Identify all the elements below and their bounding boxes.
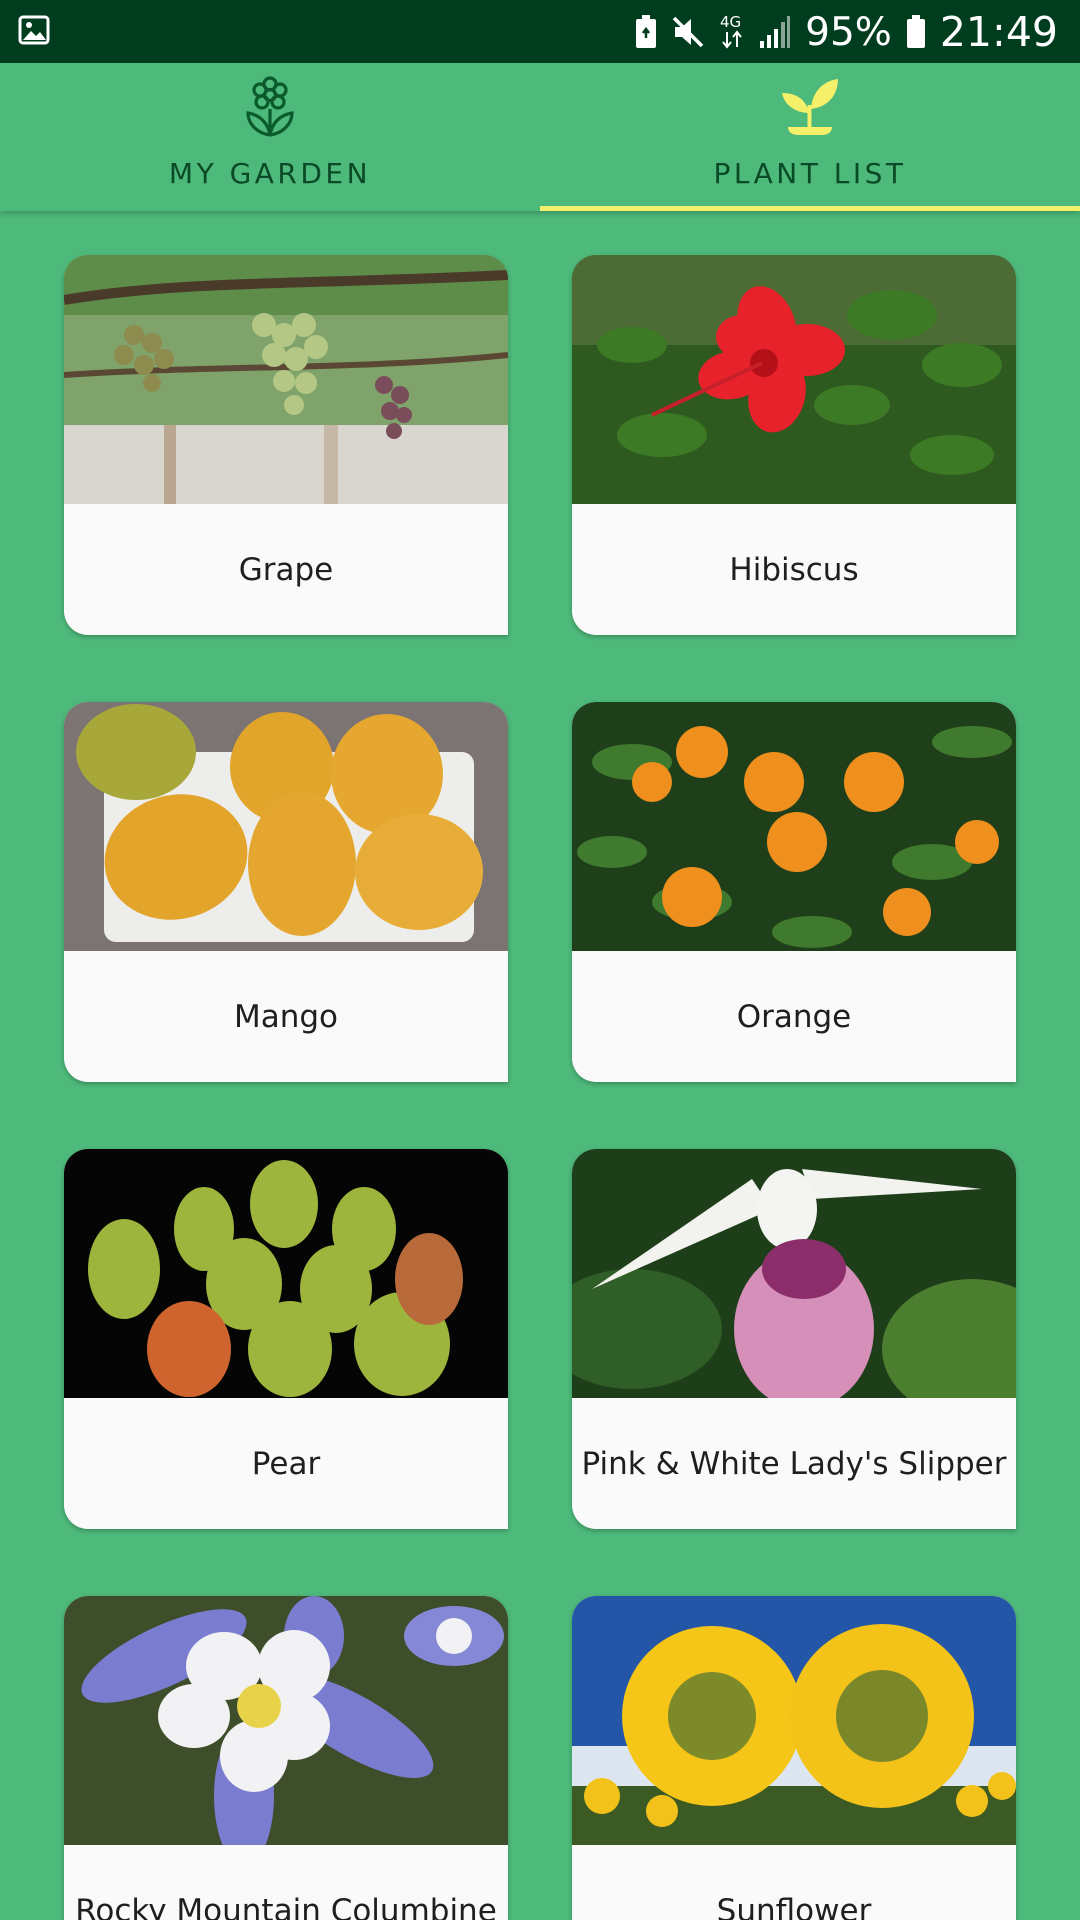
plant-card-pear[interactable]: Pear bbox=[64, 1149, 508, 1529]
plant-name: Grape bbox=[238, 551, 334, 588]
tab-my-garden[interactable]: MY GARDEN bbox=[0, 63, 540, 211]
sprout-icon bbox=[778, 75, 842, 139]
columbine-photo bbox=[64, 1596, 508, 1845]
pear-photo bbox=[64, 1149, 508, 1398]
gallery-icon bbox=[18, 14, 50, 46]
clock: 21:49 bbox=[939, 8, 1058, 56]
plant-name: Hibiscus bbox=[729, 551, 859, 588]
battery-percent: 95% bbox=[805, 9, 892, 55]
signal-icon bbox=[759, 15, 791, 49]
plant-card-hibiscus[interactable]: Hibiscus bbox=[572, 255, 1016, 635]
plant-name: Pear bbox=[251, 1445, 321, 1482]
status-icons: 4G 95% 21:49 bbox=[635, 6, 1058, 58]
svg-text:4G: 4G bbox=[720, 13, 741, 31]
hibiscus-photo bbox=[572, 255, 1016, 504]
tab-bar: MY GARDEN PLANT LIST bbox=[0, 63, 1080, 211]
battery-saver-icon bbox=[635, 15, 657, 49]
plant-name: Orange bbox=[736, 998, 852, 1035]
tab-plant-list[interactable]: PLANT LIST bbox=[540, 63, 1080, 211]
tab-indicator bbox=[540, 206, 1080, 211]
tab-plant-list-label: PLANT LIST bbox=[713, 157, 907, 190]
plant-card-orange[interactable]: Orange bbox=[572, 702, 1016, 1082]
plant-grid: Grape Hibiscus Mango Orange Pear Pink & … bbox=[0, 211, 1080, 1920]
mute-icon bbox=[671, 15, 705, 49]
grape-photo bbox=[64, 255, 508, 504]
mango-photo bbox=[64, 702, 508, 951]
plant-card-lady-slipper[interactable]: Pink & White Lady's Slipper bbox=[572, 1149, 1016, 1529]
plant-card-grape[interactable]: Grape bbox=[64, 255, 508, 635]
plant-card-columbine[interactable]: Rocky Mountain Columbine bbox=[64, 1596, 508, 1920]
plant-card-mango[interactable]: Mango bbox=[64, 702, 508, 1082]
orange-photo bbox=[572, 702, 1016, 951]
plant-name: Sunflower bbox=[716, 1892, 872, 1920]
battery-icon bbox=[906, 15, 926, 49]
lady-slipper-photo bbox=[572, 1149, 1016, 1398]
tab-my-garden-label: MY GARDEN bbox=[168, 157, 372, 190]
plant-name: Rocky Mountain Columbine bbox=[75, 1892, 497, 1920]
plant-name: Pink & White Lady's Slipper bbox=[581, 1445, 1007, 1482]
4g-icon: 4G bbox=[719, 12, 745, 52]
sunflower-photo bbox=[572, 1596, 1016, 1845]
plant-card-sunflower[interactable]: Sunflower bbox=[572, 1596, 1016, 1920]
flower-icon bbox=[238, 75, 302, 139]
status-bar: 4G 95% 21:49 bbox=[0, 0, 1080, 63]
plant-name: Mango bbox=[233, 998, 339, 1035]
